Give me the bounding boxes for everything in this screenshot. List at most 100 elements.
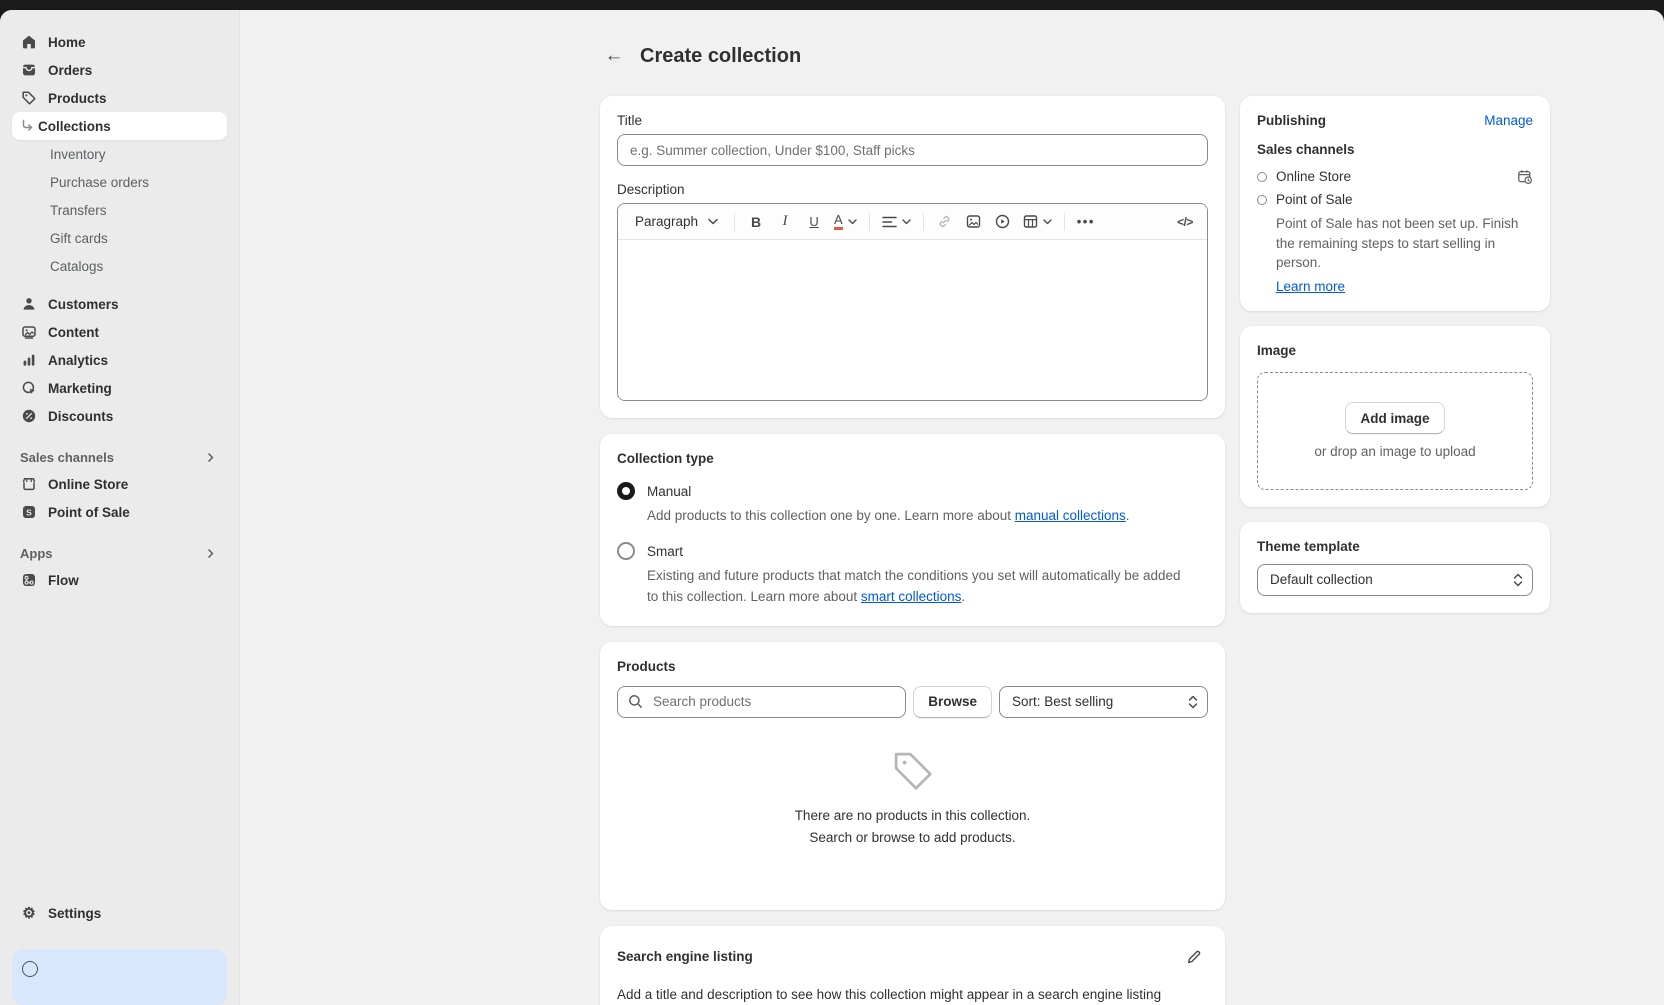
sidebar-item-label: Purchase orders [50, 175, 149, 190]
sidebar-section-sales-channels[interactable]: Sales channels [12, 444, 227, 470]
svg-text:S: S [26, 507, 32, 517]
editor-toolbar: Paragraph B I U A [618, 204, 1207, 240]
sidebar-item-label: Settings [48, 906, 101, 921]
link-button[interactable] [931, 208, 959, 236]
title-card: Title Description Paragraph B [600, 96, 1225, 418]
section-label: Sales channels [20, 450, 114, 465]
chevron-down-icon [848, 219, 857, 225]
more-icon: ••• [1077, 214, 1095, 229]
sidebar-item-discounts[interactable]: Discounts [12, 402, 227, 430]
manage-link[interactable]: Manage [1484, 113, 1533, 128]
back-button[interactable]: ← [600, 42, 628, 70]
tag-icon [20, 89, 38, 107]
manual-label: Manual [647, 484, 691, 499]
home-icon [20, 33, 38, 51]
sidebar-item-label: Collections [38, 119, 111, 134]
paragraph-style-dropdown[interactable]: Paragraph [626, 208, 727, 236]
sidebar-item-customers[interactable]: Customers [12, 290, 227, 318]
chevron-right-icon [201, 448, 219, 466]
orders-icon [20, 61, 38, 79]
insert-video-button[interactable] [989, 208, 1017, 236]
trial-callout[interactable] [12, 949, 227, 1005]
image-dropzone[interactable]: Add image or drop an image to upload [1257, 372, 1533, 490]
publishing-card: Publishing Manage Sales channels Online … [1240, 96, 1550, 311]
text-color-button[interactable]: A [829, 208, 862, 236]
pos-bag-icon: S [20, 503, 38, 521]
channel-label: Online Store [1276, 169, 1351, 184]
sidebar-item-content[interactable]: Content [12, 318, 227, 346]
manual-radio[interactable] [617, 482, 635, 500]
description-editor-body[interactable] [618, 240, 1207, 400]
bold-button[interactable]: B [742, 208, 770, 236]
sidebar-section-apps[interactable]: Apps [12, 540, 227, 566]
callout-circle-icon [22, 961, 38, 977]
sidebar-item-label: Point of Sale [48, 505, 130, 520]
sidebar-item-label: Orders [48, 63, 92, 78]
sidebar-item-point-of-sale[interactable]: S Point of Sale [12, 498, 227, 526]
sidebar-item-online-store[interactable]: Online Store [12, 470, 227, 498]
sidebar-item-products[interactable]: Products [12, 84, 227, 112]
sidebar-item-label: Marketing [48, 381, 112, 396]
sidebar-item-home[interactable]: Home [12, 28, 227, 56]
more-formatting-button[interactable]: ••• [1072, 208, 1100, 236]
chevron-right-icon [201, 544, 219, 562]
sidebar-item-marketing[interactable]: Marketing [12, 374, 227, 402]
sidebar-item-orders[interactable]: Orders [12, 56, 227, 84]
sidebar-item-flow[interactable]: Flow [12, 566, 227, 594]
title-input[interactable] [617, 134, 1208, 166]
products-empty-state: There are no products in this collection… [617, 718, 1208, 893]
image-card: Image Add image or drop an image to uplo… [1240, 326, 1550, 507]
sort-select[interactable]: Sort: Best selling [999, 686, 1208, 718]
smart-label: Smart [647, 544, 683, 559]
sidebar-item-label: Customers [48, 297, 119, 312]
channel-row-point-of-sale: Point of Sale [1257, 188, 1533, 211]
sidebar-item-analytics[interactable]: Analytics [12, 346, 227, 374]
schedule-icon[interactable] [1517, 169, 1533, 185]
description-label: Description [617, 182, 1208, 197]
browse-button[interactable]: Browse [913, 686, 992, 718]
sidebar-item-settings[interactable]: ⚙ Settings [12, 899, 227, 927]
search-products-input[interactable] [651, 693, 895, 710]
table-icon [1023, 214, 1038, 229]
sidebar-item-collections[interactable]: Collections [12, 112, 227, 140]
sales-channels-subheading: Sales channels [1257, 142, 1533, 157]
smart-radio[interactable] [617, 542, 635, 560]
image-icon [966, 214, 981, 229]
channel-bullet [1257, 195, 1267, 205]
manual-option-row[interactable]: Manual [617, 482, 1208, 500]
sidebar-item-purchase-orders[interactable]: Purchase orders [12, 168, 227, 196]
manual-collections-link[interactable]: manual collections [1015, 508, 1126, 523]
caret-updown-icon [1513, 573, 1523, 587]
add-image-button[interactable]: Add image [1345, 402, 1444, 434]
page-title: Create collection [640, 45, 801, 68]
sidebar-item-inventory[interactable]: Inventory [12, 140, 227, 168]
underline-button[interactable]: U [800, 208, 828, 236]
smart-collections-link[interactable]: smart collections [861, 589, 962, 604]
smart-option-row[interactable]: Smart [617, 542, 1208, 560]
toolbar-divider [1064, 213, 1065, 231]
title-label: Title [617, 113, 1208, 128]
toolbar-divider [923, 213, 924, 231]
manual-description: Add products to this collection one by o… [647, 506, 1195, 526]
page-header: ← Create collection [600, 42, 1550, 70]
edit-seo-button[interactable] [1180, 943, 1208, 971]
sidebar-item-catalogs[interactable]: Catalogs [12, 252, 227, 280]
learn-more-link[interactable]: Learn more [1276, 279, 1345, 294]
sidebar-item-gift-cards[interactable]: Gift cards [12, 224, 227, 252]
sidebar-item-label: Content [48, 325, 99, 340]
show-html-button[interactable]: </> [1171, 208, 1199, 236]
theme-template-select[interactable]: Default collection [1257, 564, 1533, 596]
link-icon [937, 214, 952, 229]
insert-image-button[interactable] [960, 208, 988, 236]
channel-row-online-store: Online Store [1257, 165, 1533, 188]
sidebar-item-label: Flow [48, 573, 79, 588]
italic-button[interactable]: I [771, 208, 799, 236]
alignment-button[interactable] [877, 208, 916, 236]
app-frame: Home Orders Products Collections [0, 10, 1664, 1005]
sidebar-item-transfers[interactable]: Transfers [12, 196, 227, 224]
storefront-icon [20, 475, 38, 493]
insert-table-button[interactable] [1018, 208, 1057, 236]
seo-heading: Search engine listing [617, 949, 753, 964]
sidebar: Home Orders Products Collections [0, 10, 240, 1005]
smart-desc-suffix: . [961, 589, 965, 604]
